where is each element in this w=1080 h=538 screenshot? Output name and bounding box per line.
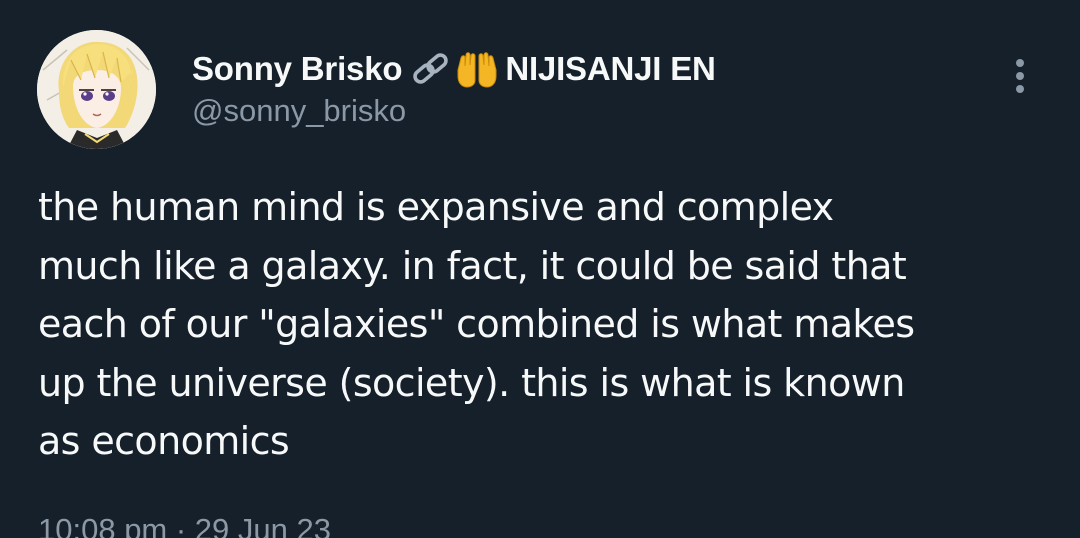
author-display-name[interactable]: Sonny Brisko	[192, 50, 403, 88]
tweet-text: the human mind is expansive and complex …	[38, 185, 915, 463]
link-icon	[410, 51, 452, 87]
tweet: Sonny Brisko NIJISANJI EN @sonny_brisko	[0, 0, 1080, 538]
more-vertical-icon	[1016, 59, 1024, 93]
author-handle[interactable]: @sonny_brisko	[192, 93, 406, 129]
raised-hands-icon	[455, 50, 499, 88]
more-options-button[interactable]	[1002, 54, 1038, 98]
avatar[interactable]	[37, 30, 156, 149]
author-name-row[interactable]: Sonny Brisko NIJISANJI EN	[192, 49, 716, 89]
avatar-image	[37, 30, 156, 149]
tweet-timestamp[interactable]: 10:08 pm · 29 Jun 23	[38, 512, 331, 538]
author-affiliation: NIJISANJI EN	[505, 50, 716, 87]
